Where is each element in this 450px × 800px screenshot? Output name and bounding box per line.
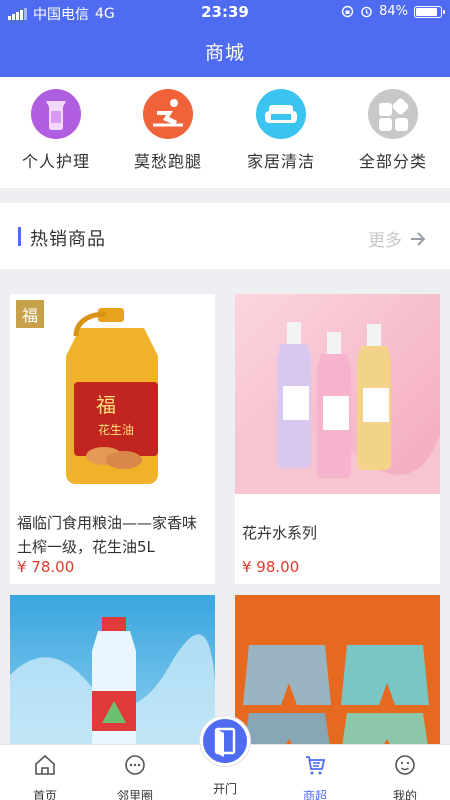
product-image-label: 花生油 (98, 422, 134, 437)
tab-profile[interactable]: 我的 (360, 753, 450, 800)
grid-icon (368, 89, 418, 139)
category-all[interactable]: 全部分类 (337, 89, 449, 172)
alarm-icon (361, 6, 372, 18)
product-card[interactable] (235, 595, 440, 745)
cart-icon (306, 756, 326, 775)
svg-text:福: 福 (22, 306, 38, 325)
svg-text:福: 福 (96, 393, 116, 417)
runner-icon (143, 89, 193, 139)
tab-label: 首页 (32, 789, 57, 800)
product-image (235, 294, 440, 494)
category-label: 全部分类 (358, 152, 427, 171)
product-price: ¥ 78.00 (17, 558, 75, 576)
category-label: 家居清洁 (246, 152, 315, 171)
category-home-cleaning[interactable]: 家居清洁 (225, 89, 337, 172)
tab-label: 商超 (302, 789, 327, 800)
door-icon (214, 727, 236, 757)
arrow-right-icon (411, 231, 426, 246)
category-grid: 个人护理 莫愁跑腿 家居清洁 全部分类 (0, 77, 450, 188)
product-price: ¥ 98.00 (242, 558, 300, 576)
category-personal-care[interactable]: 个人护理 (0, 89, 112, 172)
bottle-icon (31, 89, 81, 139)
more-label: 更多 (368, 231, 402, 251)
product-card[interactable] (10, 595, 215, 745)
sofa-icon (256, 89, 306, 139)
status-bar: 中国电信 4G 23:39 84% (0, 0, 450, 24)
tab-label: 开门 (212, 782, 237, 796)
tab-label: 我的 (392, 789, 417, 800)
open-door-button[interactable] (200, 716, 250, 766)
tab-mall[interactable]: 商超 (270, 753, 360, 800)
tab-label: 邻里圈 (116, 789, 153, 800)
tab-neighborhood[interactable]: 邻里圈 (90, 753, 180, 800)
rotation-lock-icon (341, 5, 354, 18)
product-card[interactable]: 福 花生油 福 福临门食用粮油——家香味土榨一级，花生油5L ¥ 78.00 (10, 294, 215, 584)
category-label: 莫愁跑腿 (133, 152, 202, 171)
battery-icon (414, 5, 445, 18)
profile-icon (395, 755, 415, 775)
battery-percent: 84% (379, 4, 408, 19)
home-icon (35, 754, 55, 775)
category-errand[interactable]: 莫愁跑腿 (112, 89, 224, 172)
product-card[interactable]: 花卉水系列 ¥ 98.00 (235, 294, 440, 584)
section-accent-bar (18, 227, 21, 246)
product-image (235, 595, 440, 745)
category-label: 个人护理 (21, 152, 90, 171)
nav-bar: 商城 (0, 24, 450, 77)
product-image (10, 595, 215, 745)
tab-home[interactable]: 首页 (0, 753, 90, 800)
more-link[interactable]: 更多 (368, 226, 426, 251)
section-title: 热销商品 (30, 229, 106, 250)
hot-products-header: 热销商品 更多 (0, 203, 450, 269)
product-name: 福临门食用粮油——家香味土榨一级，花生油5L (17, 514, 198, 556)
product-name: 花卉水系列 (242, 524, 318, 542)
product-image: 福 花生油 福 (10, 294, 215, 494)
chat-icon (125, 755, 145, 775)
page-title: 商城 (204, 42, 245, 64)
